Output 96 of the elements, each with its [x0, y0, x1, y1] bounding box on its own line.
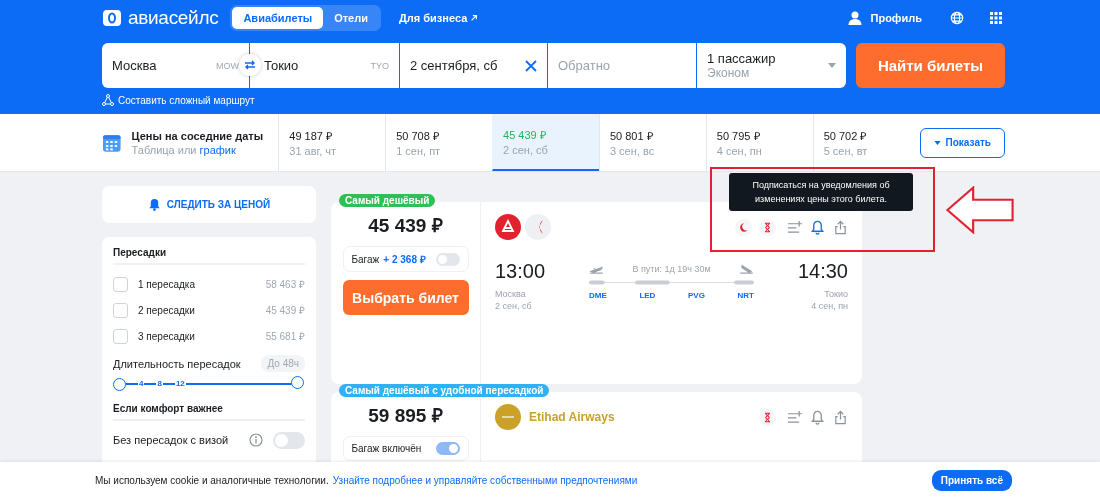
- option-label: 3 пересадки: [138, 330, 196, 342]
- checkbox[interactable]: [113, 328, 128, 344]
- filter-heading: Если комфорт важнее: [113, 403, 224, 414]
- user-icon[interactable]: [846, 10, 863, 26]
- tooltip: Подписаться на уведомления об изменениях цены этого билета.: [729, 173, 913, 211]
- slider-thumb[interactable]: [291, 376, 304, 389]
- date-price-option[interactable]: 50 702 ₽ 5 сен, вт: [812, 114, 920, 171]
- duration-label: Длительность пересадок: [113, 357, 241, 370]
- option-price: 58 463 ₽: [265, 278, 305, 291]
- nav-tab[interactable]: Отели: [323, 7, 379, 29]
- track-price-button[interactable]: СЛЕДИТЬ ЗА ЦЕНОЙ: [102, 186, 316, 223]
- airport-code[interactable]: LED: [639, 291, 656, 300]
- logo-icon: [102, 8, 122, 28]
- cookie-text: Мы используем cookie и аналогичные технологии.: [95, 474, 329, 486]
- airline-logo-icon: [495, 214, 521, 240]
- airline-logo-icon: [525, 214, 551, 240]
- duration-slider[interactable]: 4 8 12: [113, 377, 305, 391]
- bell-icon[interactable]: [810, 409, 825, 425]
- bell-icon[interactable]: [810, 219, 825, 235]
- ticket-price: 45 439 ₽: [368, 214, 443, 238]
- add-to-list-icon[interactable]: [787, 219, 802, 235]
- baggage-label: Багаж: [351, 253, 380, 265]
- ticket-badge: Самый дешёвый с удобной пересадкой: [339, 384, 550, 397]
- departure-date: 2 сен, сб: [495, 301, 533, 311]
- moon-icon: [735, 218, 752, 236]
- profile-link[interactable]: Профиль: [870, 12, 922, 24]
- option-price: 45 439 ₽: [265, 304, 305, 317]
- external-arrow-icon: [470, 14, 479, 22]
- baggage-label: Багаж включён: [351, 443, 422, 454]
- date-price-option[interactable]: 50 795 ₽ 4 сен, пн: [705, 114, 813, 171]
- search-button[interactable]: Найти билеты: [856, 43, 1005, 88]
- caret-icon: [828, 63, 836, 68]
- apps-grid-icon[interactable]: [990, 12, 1002, 24]
- arrival-city: Токио: [824, 289, 848, 299]
- departure-date-field[interactable]: 2 сентября, сб: [400, 43, 548, 88]
- caret-icon: [933, 140, 941, 145]
- slider-tick-label: 12: [174, 378, 186, 390]
- cookie-policy-link[interactable]: Узнайте подробнее и управляйте собственными предпочтениями: [332, 474, 638, 486]
- share-icon[interactable]: [833, 409, 848, 425]
- swap-icon: [244, 59, 256, 71]
- hourglass-icon: [759, 218, 776, 236]
- passengers-field[interactable]: 1 пассажир Эконом: [697, 43, 846, 88]
- airport-code[interactable]: DME: [589, 291, 607, 300]
- option-label: 2 пересадки: [138, 304, 196, 316]
- nearby-dates-subtitle: Таблица или график: [131, 143, 237, 156]
- date-price-option[interactable]: 50 801 ₽ 3 сен, вс: [598, 114, 706, 171]
- duration-badge: До 48ч: [261, 355, 305, 372]
- toggle-switch[interactable]: [435, 442, 460, 455]
- airline-name: Etihad Airways: [529, 410, 615, 424]
- slider-thumb[interactable]: [113, 377, 126, 391]
- slider-tick-label: 4: [138, 378, 145, 390]
- option-label: Без пересадок с визой: [113, 434, 230, 446]
- logo-text[interactable]: авиасейлс: [128, 7, 219, 29]
- info-icon[interactable]: [249, 433, 263, 447]
- date-price-option[interactable]: 49 187 ₽ 31 авг, чт: [278, 114, 386, 171]
- slider-tick-label: 8: [156, 378, 163, 390]
- nav-tab[interactable]: Авиабилеты: [232, 7, 324, 29]
- origin-field[interactable]: Москва MOW: [102, 43, 250, 88]
- nearby-dates-title: Цены на соседние даты: [131, 129, 265, 142]
- checkbox[interactable]: [113, 302, 128, 318]
- select-ticket-button[interactable]: Выбрать билет: [342, 280, 469, 315]
- flight-duration: В пути: 1д 19ч 30м: [632, 264, 711, 274]
- destination-field[interactable]: Токио TYO: [250, 43, 400, 88]
- filter-heading: Пересадки: [113, 247, 168, 258]
- share-icon[interactable]: [833, 219, 848, 235]
- airline-logo-icon: [495, 404, 521, 430]
- arrival-time: 14:30: [797, 260, 848, 283]
- chart-link[interactable]: график: [199, 143, 236, 156]
- airport-code[interactable]: PVG: [688, 291, 705, 300]
- option-price: 55 681 ₽: [265, 330, 305, 343]
- clear-icon[interactable]: [525, 59, 537, 72]
- complex-route-link[interactable]: Составить сложный маршрут: [118, 94, 255, 106]
- departure-city: Москва: [495, 289, 527, 299]
- hourglass-icon: [759, 408, 776, 426]
- arrival-date: 4 сен, пн: [811, 301, 848, 311]
- accept-all-button[interactable]: Принять всё: [931, 469, 1012, 491]
- return-date-field[interactable]: Обратно: [548, 43, 697, 88]
- ticket-badge: Самый дешёвый: [339, 194, 436, 207]
- toggle-switch[interactable]: [435, 252, 460, 266]
- landing-icon: [739, 264, 754, 274]
- bell-icon: [147, 198, 161, 211]
- checkbox[interactable]: [113, 276, 128, 292]
- show-button[interactable]: Показать: [919, 127, 1005, 158]
- calendar-icon: [102, 132, 122, 153]
- baggage-price: + 2 368 ₽: [383, 253, 426, 266]
- add-to-list-icon[interactable]: [787, 409, 802, 425]
- takeoff-icon: [589, 264, 604, 274]
- departure-time: 13:00: [495, 260, 547, 283]
- route-icon: [102, 94, 114, 106]
- business-link[interactable]: Для бизнеса: [399, 12, 479, 24]
- date-price-option[interactable]: 45 439 ₽ 2 сен, сб: [492, 114, 599, 171]
- airport-code[interactable]: NRT: [737, 291, 754, 300]
- option-label: 1 пересадка: [138, 278, 196, 290]
- toggle-switch[interactable]: [273, 431, 305, 449]
- ticket-price: 59 895 ₽: [368, 404, 443, 428]
- globe-icon[interactable]: [950, 11, 964, 25]
